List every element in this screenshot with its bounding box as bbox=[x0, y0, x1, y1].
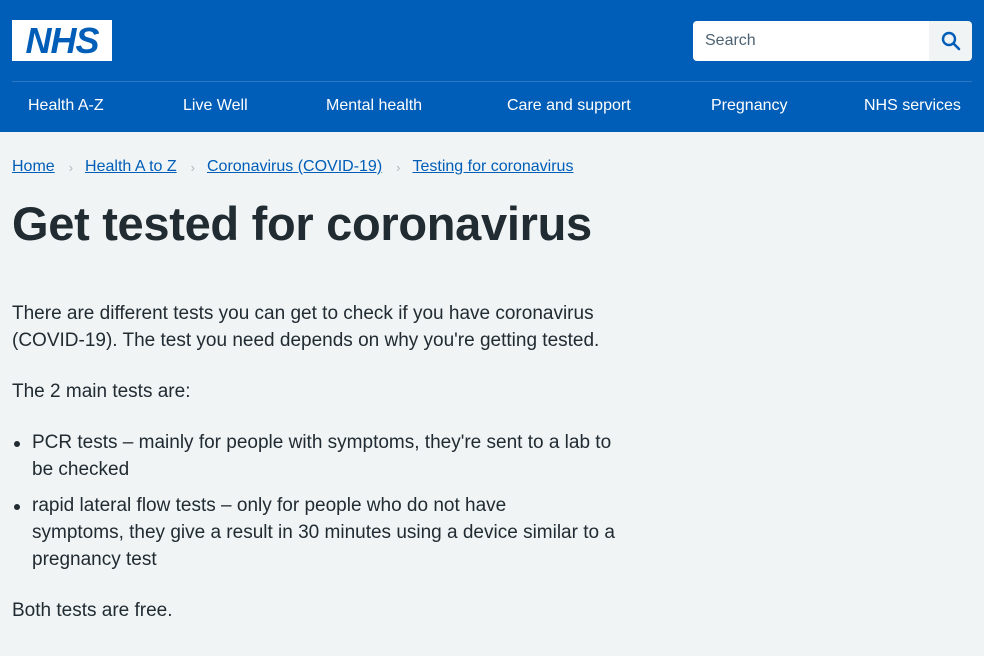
chevron-right-icon: › bbox=[68, 159, 74, 175]
list-item-line: symptoms, they give a result in 30 minut… bbox=[32, 522, 615, 543]
tests-heading: The 2 main tests are: bbox=[12, 381, 191, 402]
list-item: PCR tests – mainly for people with sympt… bbox=[12, 429, 652, 483]
intro-line: There are different tests you can get to… bbox=[12, 303, 594, 324]
breadcrumb-home[interactable]: Home bbox=[12, 158, 55, 176]
list-item: rapid lateral flow tests – only for peop… bbox=[12, 492, 652, 573]
breadcrumb-health-a-to-z[interactable]: Health A to Z bbox=[85, 158, 177, 176]
intro-line: (COVID-19). The test you need depends on… bbox=[12, 330, 600, 351]
footer-text: Both tests are free. bbox=[12, 600, 173, 621]
logo-text: NHS bbox=[25, 19, 99, 61]
nav-item-live-well[interactable]: Live Well bbox=[183, 97, 248, 115]
breadcrumb: Home › Health A to Z › Coronavirus (COVI… bbox=[12, 158, 573, 176]
main-content: There are different tests you can get to… bbox=[12, 300, 652, 648]
list-item-line: rapid lateral flow tests – only for peop… bbox=[32, 495, 507, 516]
page-title: Get tested for coronavirus bbox=[12, 197, 592, 250]
nav-item-care-and-support[interactable]: Care and support bbox=[507, 97, 631, 115]
breadcrumb-coronavirus[interactable]: Coronavirus (COVID-19) bbox=[207, 158, 382, 176]
search-button[interactable] bbox=[929, 21, 972, 61]
breadcrumb-testing[interactable]: Testing for coronavirus bbox=[412, 158, 573, 176]
site-header: NHS Health A-Z Live Well Mental health C… bbox=[0, 0, 984, 132]
search-bar bbox=[693, 21, 972, 61]
nav-item-pregnancy[interactable]: Pregnancy bbox=[711, 97, 788, 115]
main-nav: Health A-Z Live Well Mental health Care … bbox=[0, 82, 984, 132]
search-icon bbox=[941, 31, 960, 51]
list-item-line: pregnancy test bbox=[32, 549, 157, 570]
bullet-icon bbox=[14, 504, 20, 510]
nav-item-mental-health[interactable]: Mental health bbox=[326, 97, 422, 115]
chevron-right-icon: › bbox=[190, 159, 195, 175]
tests-list: PCR tests – mainly for people with sympt… bbox=[12, 429, 652, 573]
list-item-line: be checked bbox=[32, 459, 130, 480]
intro-paragraph: There are different tests you can get to… bbox=[12, 300, 652, 354]
chevron-right-icon: › bbox=[396, 159, 401, 175]
bullet-icon bbox=[14, 441, 20, 447]
nav-item-nhs-services[interactable]: NHS services bbox=[864, 97, 961, 115]
nhs-logo[interactable]: NHS bbox=[12, 20, 112, 61]
nav-item-health-a-z[interactable]: Health A-Z bbox=[28, 97, 104, 115]
search-input[interactable] bbox=[693, 21, 929, 61]
list-item-line: PCR tests – mainly for people with sympt… bbox=[32, 432, 612, 453]
